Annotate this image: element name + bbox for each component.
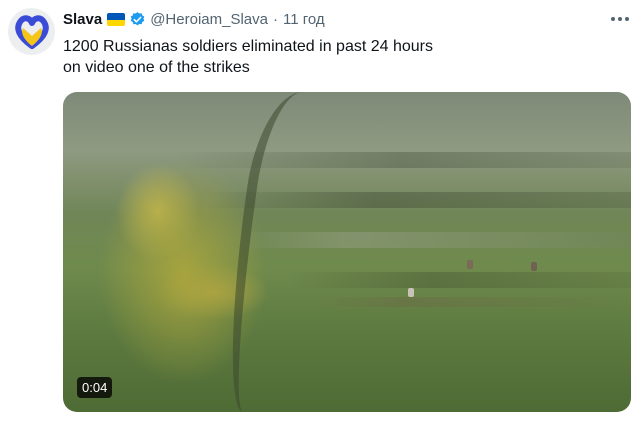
- field-furrow: [63, 272, 631, 288]
- author-name[interactable]: Slava: [63, 11, 102, 28]
- timestamp[interactable]: 11 год: [283, 11, 325, 28]
- author-handle[interactable]: @Heroiam_Slava: [150, 11, 268, 28]
- field-furrow: [63, 152, 631, 168]
- figure: [467, 260, 473, 269]
- separator-dot: ·: [272, 11, 278, 28]
- more-options-icon: [611, 17, 629, 21]
- video-duration: 0:04: [77, 377, 113, 398]
- heart-logo-icon: [14, 14, 49, 49]
- video-player[interactable]: 0:04: [63, 92, 631, 412]
- tweet[interactable]: Slava @Heroiam_Slava · 11 год 1200 Russi…: [0, 0, 643, 424]
- avatar[interactable]: [8, 8, 55, 55]
- verified-badge-icon: [129, 11, 146, 28]
- field-furrow: [63, 232, 631, 248]
- ukraine-flag-icon: [107, 13, 126, 26]
- tweet-header: Slava @Heroiam_Slava · 11 год: [63, 11, 603, 28]
- field-furrow: [63, 297, 631, 307]
- field-furrow: [63, 192, 631, 208]
- figure: [531, 262, 537, 271]
- tweet-text-line: on video one of the strikes: [63, 59, 250, 76]
- figure: [408, 288, 414, 297]
- tire-track: [215, 92, 331, 412]
- more-options-button[interactable]: [609, 10, 631, 28]
- tweet-text: 1200 Russianas soldiers eliminated in pa…: [63, 36, 623, 78]
- tweet-text-line: 1200 Russianas soldiers eliminated in pa…: [63, 38, 433, 55]
